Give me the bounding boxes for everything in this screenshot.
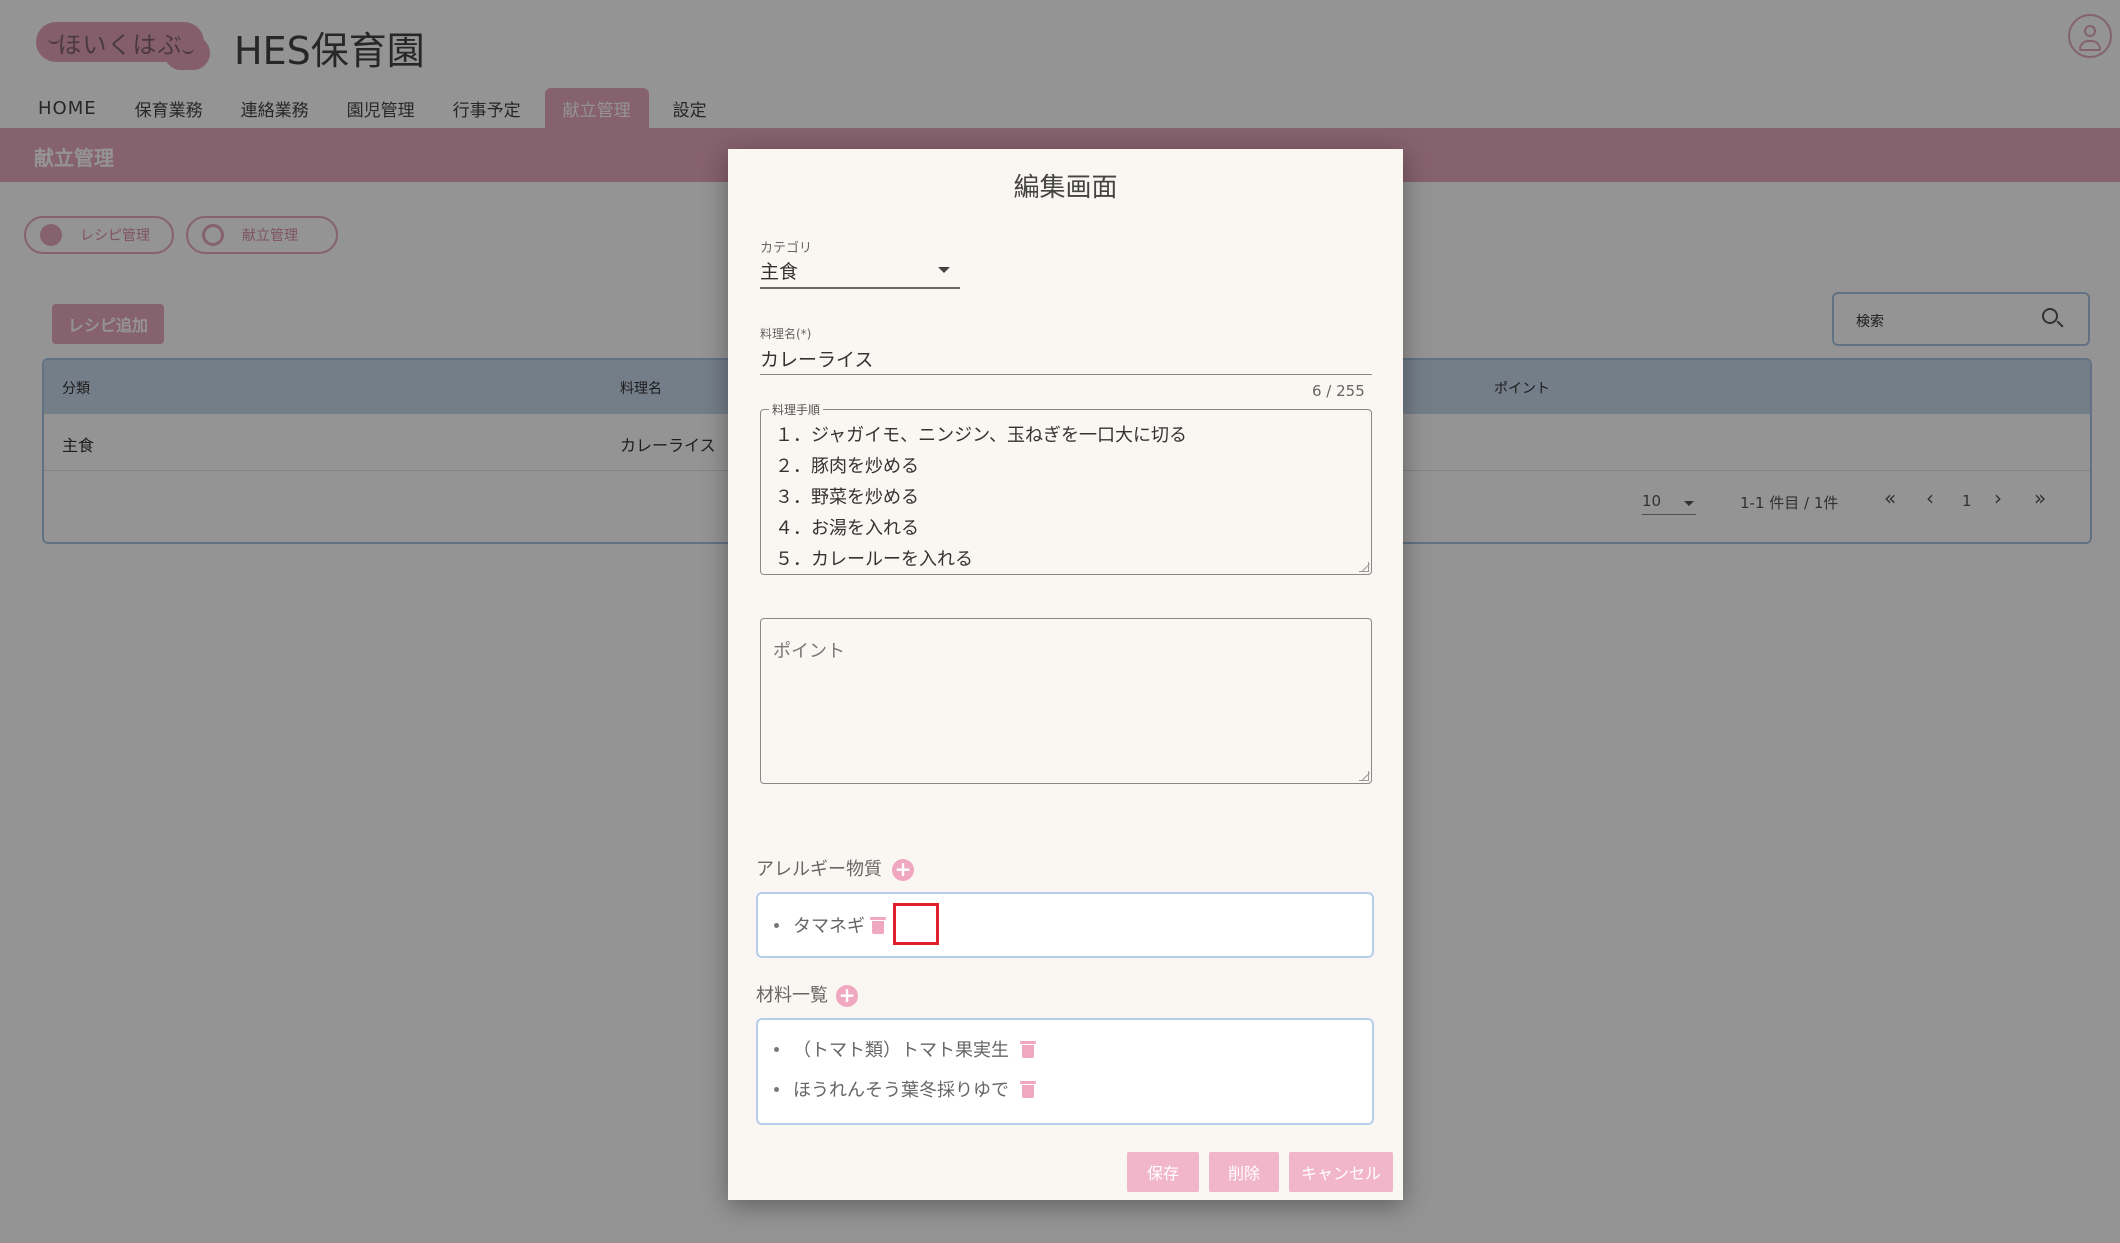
point-textarea[interactable]: ポイント: [760, 618, 1372, 784]
ingredient-name: ほうれんそう葉冬採りゆで: [793, 1080, 1009, 1101]
list-item: （トマト類）トマト果実生: [774, 1036, 1036, 1062]
steps-textarea[interactable]: 料理手順 １．ジャガイモ、ニンジン、玉ねぎを一口大に切る ２．豚肉を炒める ３．…: [760, 401, 1372, 575]
dish-name-underline: [760, 374, 1372, 375]
add-ingredient-icon[interactable]: +: [836, 985, 858, 1007]
ingredient-name: （トマト類）トマト果実生: [793, 1040, 1009, 1061]
list-item: タマネギ: [774, 912, 886, 938]
save-button[interactable]: 保存: [1127, 1152, 1199, 1192]
step-line: ５．カレールーを入れる: [775, 549, 973, 570]
delete-button[interactable]: 削除: [1209, 1152, 1279, 1192]
step-line: ２．豚肉を炒める: [775, 456, 919, 477]
cancel-button[interactable]: キャンセル: [1289, 1152, 1393, 1192]
edit-dialog: 編集画面 カテゴリ 主食 料理名(*) カレーライス 6 / 255 料理手順 …: [728, 149, 1403, 1200]
bullet: [774, 1046, 779, 1052]
ingredients-label: 材料一覧: [756, 985, 828, 1006]
step-line: １．ジャガイモ、ニンジン、玉ねぎを一口大に切る: [775, 425, 1188, 446]
category-underline: [760, 287, 960, 289]
point-placeholder: ポイント: [773, 641, 845, 662]
allergen-list: タマネギ: [756, 892, 1374, 958]
allergens-label: アレルギー物質: [756, 859, 882, 880]
ingredient-list: （トマト類）トマト果実生 ほうれんそう葉冬採りゆで: [756, 1018, 1374, 1125]
dish-name-counter: 6 / 255: [1312, 382, 1365, 400]
add-allergen-icon[interactable]: +: [892, 859, 914, 881]
step-line: ４．お湯を入れる: [775, 518, 919, 539]
delete-allergen-highlight: [893, 903, 939, 945]
chevron-down-icon[interactable]: [938, 267, 950, 273]
resize-handle-icon[interactable]: [1359, 771, 1369, 781]
trash-icon[interactable]: [1020, 1080, 1036, 1098]
step-line: ３．野菜を炒める: [775, 487, 919, 508]
trash-icon[interactable]: [870, 916, 886, 934]
dish-name-label: 料理名(*): [760, 327, 812, 341]
steps-list: １．ジャガイモ、ニンジン、玉ねぎを一口大に切る ２．豚肉を炒める ３．野菜を炒め…: [775, 420, 1187, 575]
dish-name-input[interactable]: カレーライス: [760, 345, 873, 372]
bullet: [774, 922, 779, 928]
logo-badge: ほいくはぶ: [36, 22, 210, 70]
trash-icon[interactable]: [1020, 1040, 1036, 1058]
resize-handle-icon[interactable]: [1359, 562, 1369, 572]
bullet: [774, 1086, 779, 1092]
list-item: ほうれんそう葉冬採りゆで: [774, 1076, 1036, 1102]
category-label: カテゴリ: [760, 241, 813, 256]
dialog-title: 編集画面: [1013, 173, 1118, 203]
allergen-name: タマネギ: [793, 916, 865, 937]
steps-label: 料理手順: [769, 401, 824, 418]
logo-text: ほいくはぶ: [57, 30, 183, 59]
category-select[interactable]: 主食: [760, 257, 798, 284]
